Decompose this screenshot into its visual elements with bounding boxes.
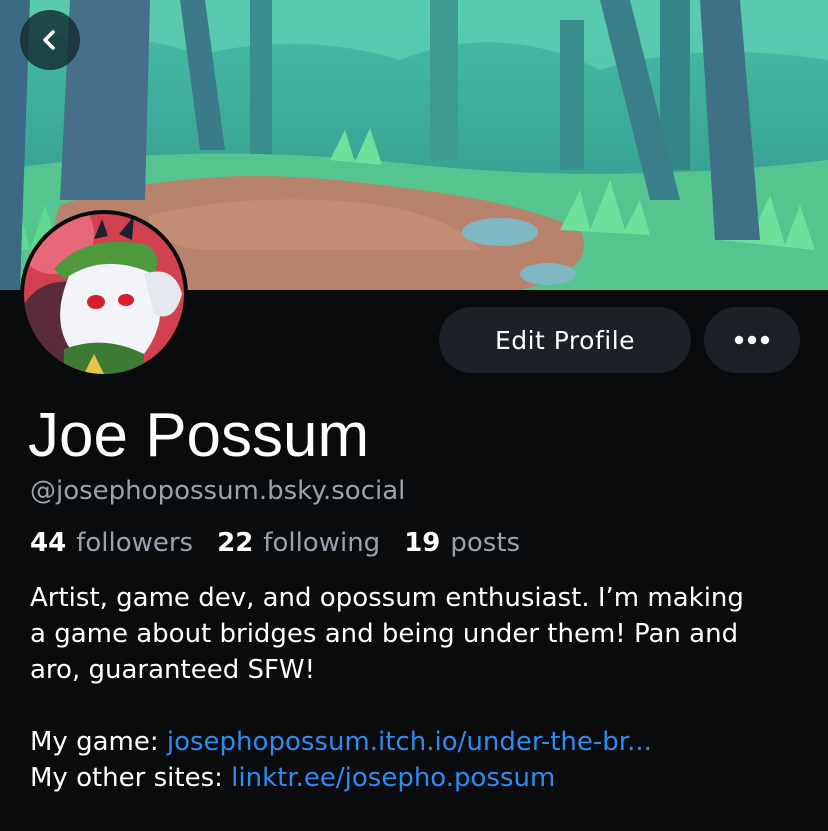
sites-link[interactable]: linktr.ee/josepho.possum — [231, 763, 555, 793]
bio-line: a game about bridges and being under the… — [30, 619, 739, 649]
more-options-button[interactable] — [704, 307, 800, 373]
followers-stat[interactable]: 44 followers — [30, 528, 193, 558]
bio-line: Artist, game dev, and opossum enthusiast… — [30, 583, 744, 613]
game-link-prefix: My game: — [30, 727, 167, 757]
back-button[interactable] — [20, 10, 80, 70]
bio-line: aro, guaranteed SFW! — [30, 655, 316, 685]
display-name: Joe Possum — [28, 401, 370, 470]
game-link[interactable]: josephopossum.itch.io/under-the-br... — [167, 727, 652, 757]
avatar[interactable] — [20, 210, 188, 378]
avatar-image — [24, 214, 184, 374]
following-count: 22 — [217, 528, 254, 558]
followers-count: 44 — [30, 528, 67, 558]
edit-profile-button[interactable]: Edit Profile — [439, 307, 691, 373]
sites-link-row: My other sites: linktr.ee/josepho.possum — [30, 760, 652, 796]
profile-screen: Edit Profile Joe Possum @josephopossum.b… — [0, 0, 828, 831]
profile-stats: 44 followers 22 following 19 posts — [30, 528, 544, 558]
profile-handle: @josephopossum.bsky.social — [30, 476, 406, 506]
posts-stat: 19 posts — [404, 528, 520, 558]
following-stat[interactable]: 22 following — [217, 528, 380, 558]
sites-link-prefix: My other sites: — [30, 763, 232, 793]
followers-label: followers — [76, 528, 194, 558]
game-link-row: My game: josephopossum.itch.io/under-the… — [30, 724, 652, 760]
following-label: following — [263, 528, 381, 558]
ellipsis-icon — [734, 335, 770, 345]
posts-label: posts — [450, 528, 521, 558]
edit-profile-label: Edit Profile — [494, 325, 636, 355]
profile-links: My game: josephopossum.itch.io/under-the… — [30, 724, 652, 796]
chevron-left-icon — [43, 30, 55, 50]
posts-count: 19 — [404, 528, 441, 558]
profile-bio: Artist, game dev, and opossum enthusiast… — [30, 580, 820, 688]
